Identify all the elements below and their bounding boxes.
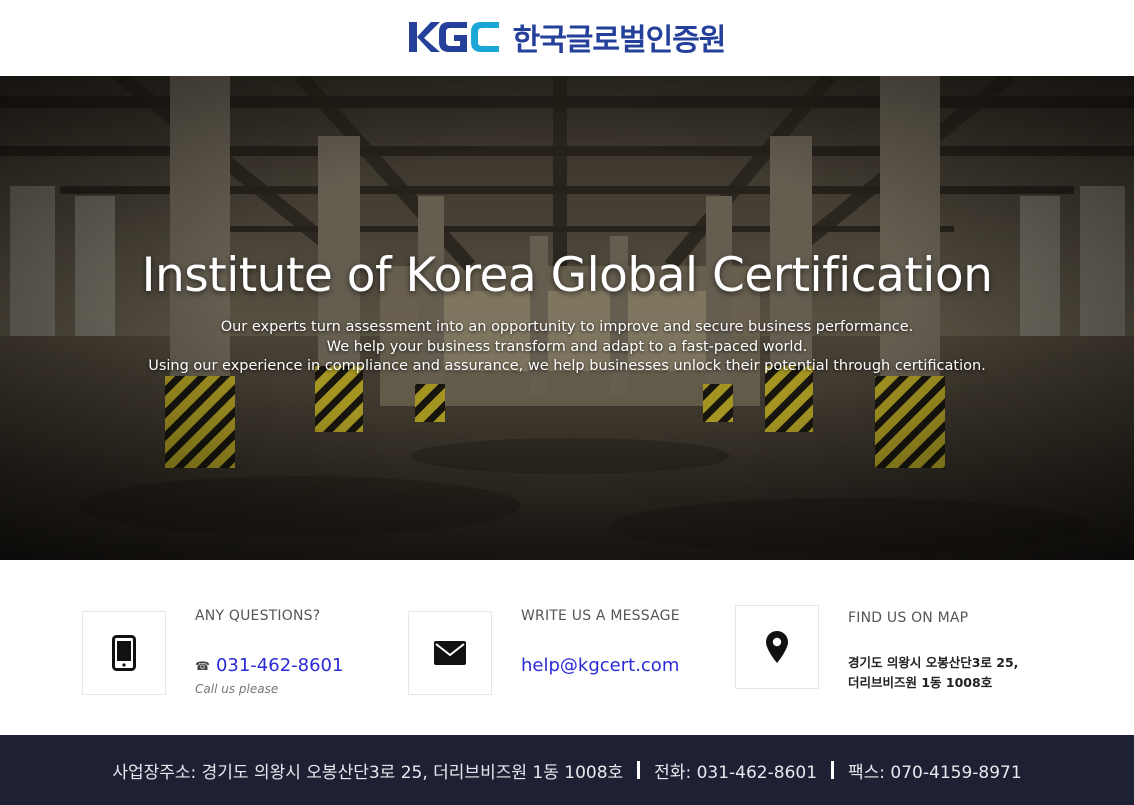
kgc-logo-mark <box>408 22 499 52</box>
map-icon-box <box>735 605 819 689</box>
footer-fax: 팩스: 070-4159-8971 <box>848 762 1022 783</box>
telephone-icon: ☎ <box>195 658 210 673</box>
phone-icon-box <box>82 611 166 695</box>
envelope-icon <box>434 641 466 665</box>
phone-subtext: Call us please <box>195 682 279 696</box>
hero-title: Institute of Korea Global Certification <box>141 248 993 303</box>
phone-link[interactable]: ☎ 031-462-8601 <box>195 655 343 676</box>
hero-line: Using our experience in compliance and a… <box>148 358 986 374</box>
logo-korean-text: 한국글로벌인증원 <box>512 23 727 58</box>
map-pin-icon <box>766 631 788 663</box>
footer-phone: 전화: 031-462-8601 <box>654 762 818 783</box>
kgc-logo[interactable]: 한국글로벌인증원 <box>408 15 727 59</box>
footer-separator <box>637 761 641 779</box>
email-heading: WRITE US A MESSAGE <box>521 608 680 624</box>
site-footer: 사업장주소: 경기도 의왕시 오봉산단3로 25, 더리브비즈원 1동 1008… <box>0 735 1134 805</box>
mobile-phone-icon <box>112 635 136 671</box>
hero-line: Our experts turn assessment into an oppo… <box>220 319 914 335</box>
footer-separator <box>831 761 835 779</box>
hero-description: Our experts turn assessment into an oppo… <box>0 318 1134 377</box>
map-address[interactable]: 경기도 의왕시 오봉산단3로 25, 더리브비즈원 1동 1008호 <box>848 653 1018 693</box>
email-link[interactable]: help@kgcert.com <box>521 655 679 676</box>
map-heading: FIND US ON MAP <box>848 610 969 626</box>
address-line: 경기도 의왕시 오봉산단3로 25, <box>848 655 1019 670</box>
footer-address: 사업장주소: 경기도 의왕시 오봉산단3로 25, 더리브비즈원 1동 1008… <box>112 762 624 783</box>
email-icon-box <box>408 611 492 695</box>
site-header: 한국글로벌인증원 <box>0 0 1134 76</box>
address-line: 더리브비즈원 1동 1008호 <box>848 675 993 690</box>
phone-number[interactable]: 031-462-8601 <box>216 655 344 676</box>
phone-heading: ANY QUESTIONS? <box>195 608 321 624</box>
hero-banner: Institute of Korea Global Certification … <box>0 76 1134 560</box>
hero-line: We help your business transform and adap… <box>326 338 808 355</box>
contact-section: ANY QUESTIONS? ☎ 031-462-8601 Call us pl… <box>0 560 1134 735</box>
